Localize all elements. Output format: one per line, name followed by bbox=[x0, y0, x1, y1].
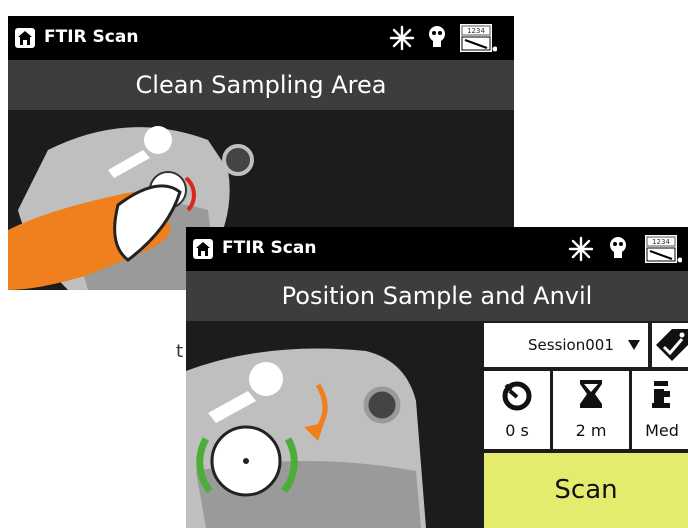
timer-value: 0 s bbox=[505, 421, 529, 440]
app-title: FTIR Scan bbox=[222, 238, 317, 258]
scan-label: Scan bbox=[554, 475, 618, 505]
duration-stat[interactable]: 2 m bbox=[553, 371, 629, 449]
laser-icon bbox=[389, 25, 415, 51]
session-dropdown[interactable]: Session001 bbox=[484, 323, 648, 367]
pressure-stat[interactable]: Med bbox=[632, 371, 688, 449]
timer-icon bbox=[502, 381, 532, 411]
tag-check-icon bbox=[656, 329, 688, 361]
battery-icon: 1234 bbox=[645, 235, 682, 263]
chevron-down-icon bbox=[628, 340, 640, 350]
home-icon[interactable] bbox=[14, 27, 36, 49]
session-value: Session001 bbox=[528, 336, 614, 354]
scan-button[interactable]: Scan bbox=[484, 453, 688, 528]
home-icon[interactable] bbox=[192, 238, 214, 260]
lightbulb-icon bbox=[610, 237, 626, 258]
battery-icon: 1234 bbox=[460, 24, 497, 52]
edge-text: t bbox=[176, 341, 184, 362]
pressure-value: Med bbox=[645, 421, 679, 440]
laser-icon bbox=[568, 236, 594, 262]
instruction-title: Position Sample and Anvil bbox=[186, 271, 688, 321]
pressure-icon bbox=[652, 381, 670, 408]
status-bar: FTIR Scan 1234 bbox=[8, 16, 514, 60]
duration-value: 2 m bbox=[575, 421, 607, 440]
instruction-title: Clean Sampling Area bbox=[8, 60, 514, 110]
app-title: FTIR Scan bbox=[44, 27, 139, 47]
lightbulb-icon bbox=[429, 26, 445, 47]
front-screen-position-sample: FTIR Scan 1234 Position Sample and Anvil bbox=[186, 227, 688, 528]
hourglass-icon bbox=[580, 380, 602, 408]
tag-button[interactable] bbox=[652, 323, 688, 367]
device-illustration-position bbox=[186, 321, 482, 528]
battery-label: 1234 bbox=[652, 238, 670, 246]
battery-label: 1234 bbox=[467, 27, 485, 35]
status-bar: FTIR Scan 1234 bbox=[186, 227, 688, 271]
timer-stat[interactable]: 0 s bbox=[484, 371, 550, 449]
